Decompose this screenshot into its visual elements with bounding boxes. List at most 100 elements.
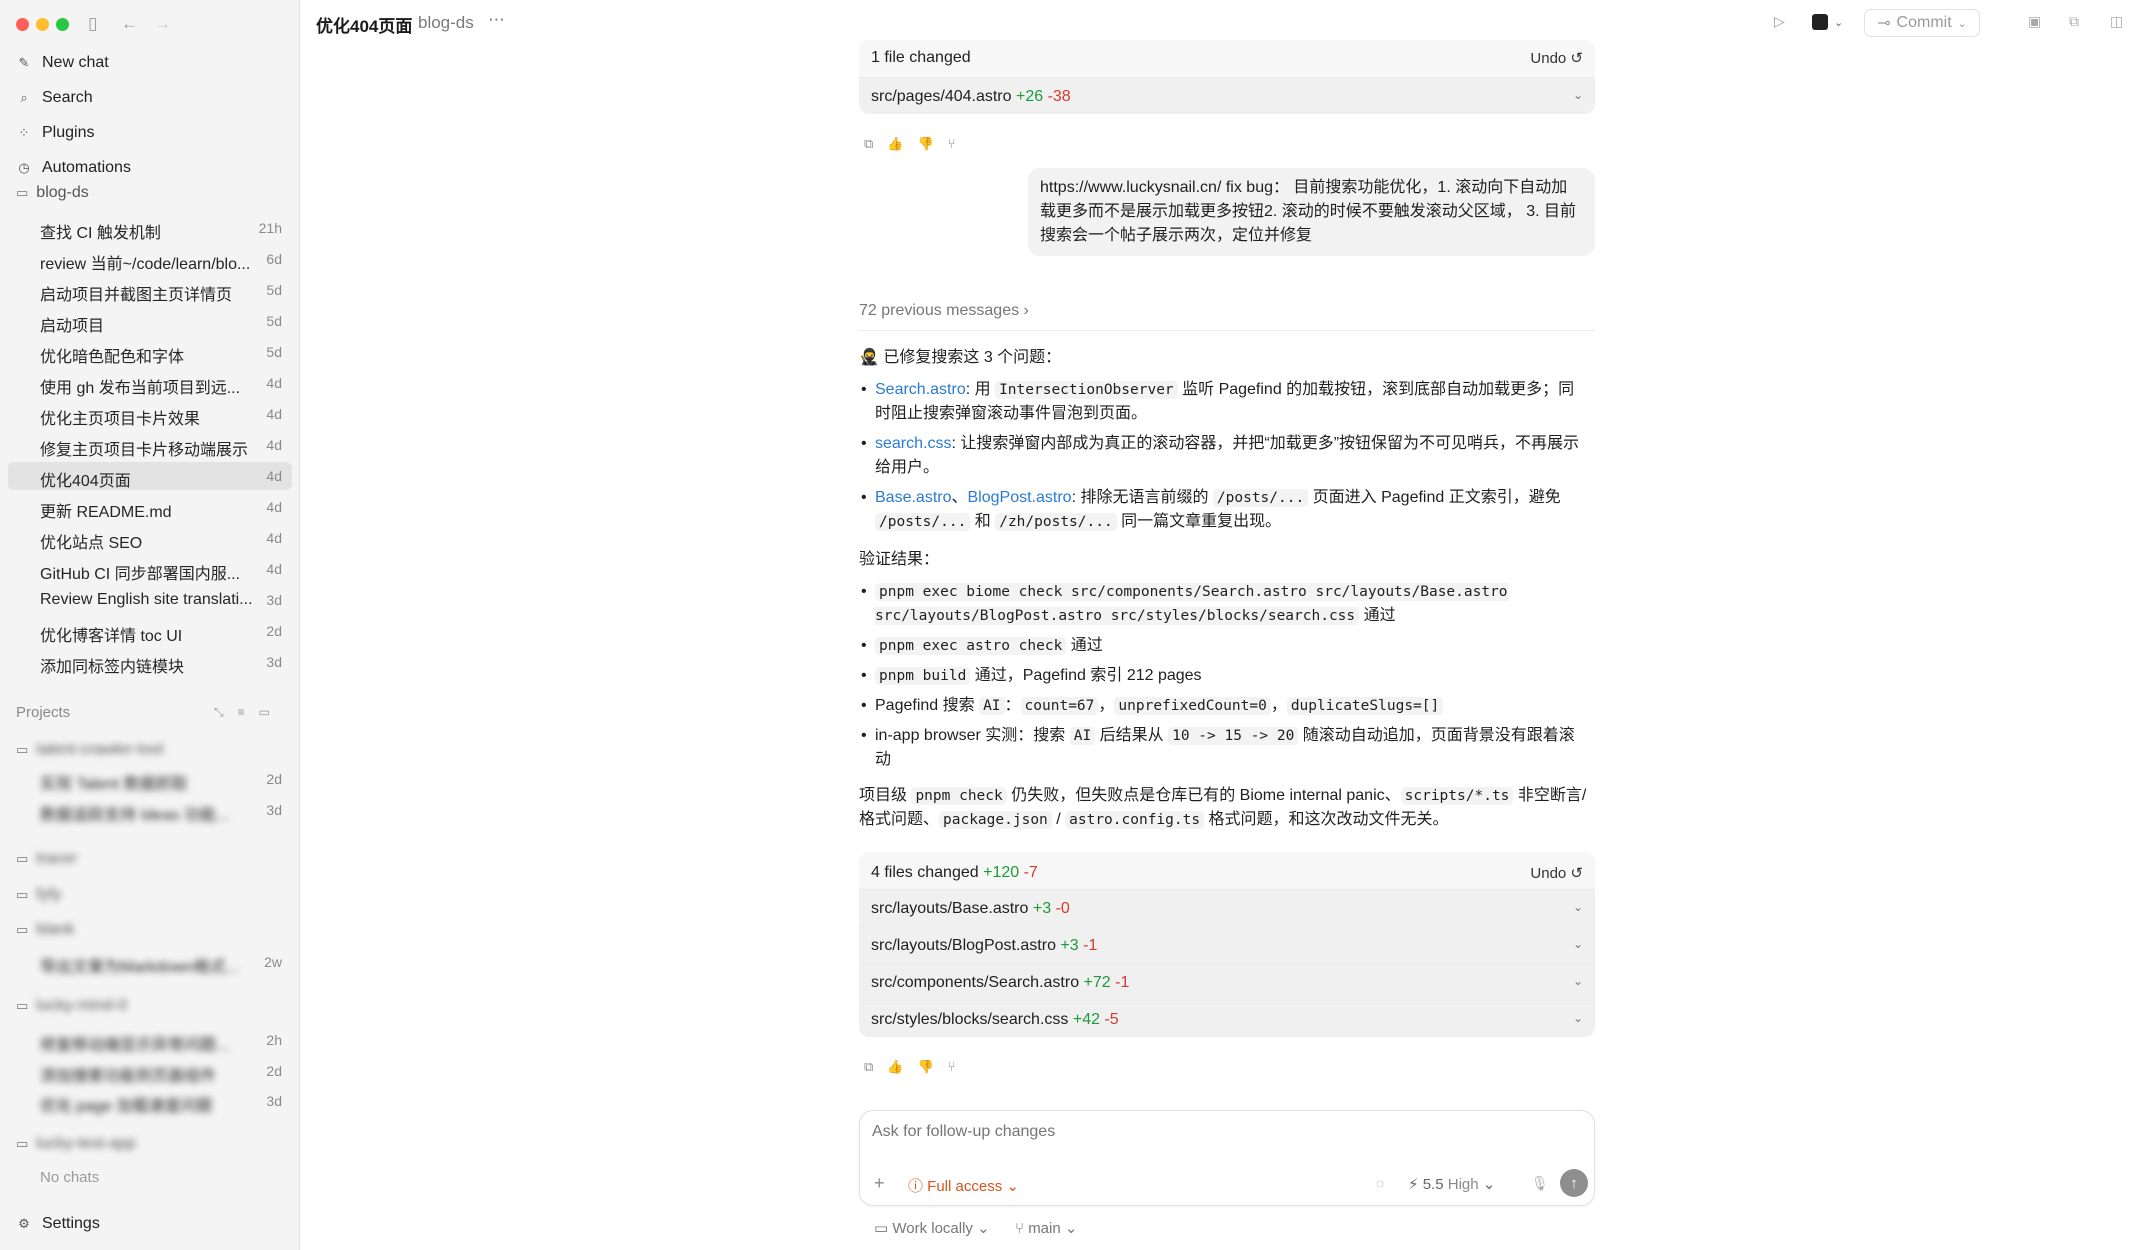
project-folder[interactable]: ▭ talent-crawler-tool [16, 739, 163, 761]
diff-file-row[interactable]: src/layouts/BlogPost.astro +3 -1 ⌄ [859, 926, 1595, 963]
terminal-icon[interactable]: ▣ [2028, 13, 2041, 30]
microphone-icon[interactable]: 🎙 [1531, 1175, 1549, 1192]
diff-file-row[interactable]: src/components/Search.astro +72 -1 ⌄ [859, 963, 1595, 1000]
zoom-window-button[interactable] [56, 18, 69, 31]
project-name: tracer [36, 850, 78, 867]
chevron-down-icon: ⌄ [1834, 16, 1844, 29]
workspace-folder[interactable]: ▭ blog-ds [16, 182, 89, 204]
branch-icon: ⑂ [1015, 1220, 1025, 1237]
sidebar: ▯ ← → ✎ New chat ⌕ Search ⁘ Plugins ◷ Automa… [0, 0, 300, 1250]
chat-item[interactable]: 优化博客详情 toc UI 2d [8, 617, 292, 645]
diff-file-row[interactable]: src/styles/blocks/search.css +42 -5 ⌄ [859, 1000, 1595, 1037]
chat-item[interactable]: 修复主页项目卡片移动端展示 4d [8, 431, 292, 459]
copy-icon[interactable]: ⧉ [864, 1059, 873, 1075]
project-folder[interactable]: ▭ blank [16, 919, 75, 941]
collapse-icon[interactable]: ⤡ [214, 705, 238, 719]
commit-icon: ⊸ [1877, 15, 1891, 32]
full-access-button[interactable]: ⓘ Full access ⌄ [908, 1175, 1019, 1196]
branch-icon[interactable]: ⑂ [948, 1059, 956, 1075]
send-button[interactable]: ↑ [1560, 1169, 1588, 1197]
filter-icon[interactable]: ≡ [238, 705, 259, 719]
editor-picker[interactable]: ⌄ [1812, 9, 1856, 35]
close-window-button[interactable] [16, 18, 29, 31]
more-icon[interactable]: ⋯ [488, 10, 505, 30]
diff-file-row[interactable]: src/pages/404.astro +26 -38 ⌄ [859, 77, 1595, 114]
projects-actions[interactable]: ⤡≡▭ [214, 705, 284, 720]
chat-item[interactable]: GitHub CI 同步部署国内服... 4d [8, 555, 292, 583]
diff-card-previous: 1 file changed Undo ↺ src/pages/404.astr… [859, 40, 1595, 114]
chat-item[interactable]: 启动项目 5d [8, 307, 292, 335]
add-icon[interactable]: + [874, 1173, 885, 1194]
project-chat-item[interactable]: 导出文章为Markdown格式... 2w [8, 948, 292, 976]
chevron-down-icon[interactable]: ⌄ [1573, 937, 1583, 953]
project-chat-item[interactable]: 数据追踪支持 Ideas 功能... 3d [8, 796, 292, 824]
undo-button[interactable]: Undo ↺ [1530, 864, 1583, 882]
new-chat-button[interactable]: ✎ New chat [16, 52, 109, 74]
project-folder[interactable]: ▭ lucky-mind-0 [16, 995, 127, 1017]
settings-button[interactable]: ⚙ Settings [16, 1213, 100, 1235]
plugins-button[interactable]: ⁘ Plugins [16, 122, 95, 144]
toggle-sidebar-icon[interactable]: ▯ [88, 13, 97, 35]
file-link[interactable]: BlogPost.astro [968, 489, 1072, 506]
chat-item[interactable]: 使用 gh 发布当前项目到远... 4d [8, 369, 292, 397]
chat-item[interactable]: 优化404页面 4d [8, 462, 292, 490]
file-link[interactable]: search.css [875, 435, 951, 452]
run-icon[interactable]: ▷ [1774, 13, 1785, 30]
chat-item[interactable]: 添加同标签内链模块 3d [8, 648, 292, 676]
toggle-panel-icon[interactable]: ◫ [2110, 13, 2123, 30]
chat-item[interactable]: 优化站点 SEO 4d [8, 524, 292, 552]
chat-item[interactable]: 优化主页项目卡片效果 4d [8, 400, 292, 428]
diff-card-latest: 4 files changed +120 -7 Undo ↺ src/layou… [859, 852, 1595, 1037]
minimize-window-button[interactable] [36, 18, 49, 31]
chat-title: 优化暗色配色和字体 [40, 349, 185, 366]
branch-icon[interactable]: ⑂ [948, 136, 956, 152]
verify-item: pnpm build 通过，Pagefind 索引 212 pages [859, 664, 1589, 688]
split-view-icon[interactable]: ⧉ [2069, 13, 2079, 30]
work-locally-dropdown[interactable]: ▭ Work locally ⌄ [874, 1219, 990, 1237]
previous-messages-link[interactable]: 72 previous messages › [859, 302, 1029, 320]
follow-up-input[interactable] [872, 1123, 1572, 1141]
chat-item[interactable]: 查找 CI 触发机制 21h [8, 214, 292, 242]
chat-item[interactable]: 启动项目并截图主页详情页 5d [8, 276, 292, 304]
copy-icon[interactable]: ⧉ [864, 136, 873, 152]
project-breadcrumb[interactable]: blog-ds [418, 13, 474, 33]
chevron-down-icon[interactable]: ⌄ [1573, 1011, 1583, 1027]
diff-file-row[interactable]: src/layouts/Base.astro +3 -0 ⌄ [859, 889, 1595, 926]
thumbs-down-icon[interactable]: 👎 [917, 136, 933, 152]
chevron-down-icon[interactable]: ⌄ [1573, 88, 1583, 104]
file-link[interactable]: Search.astro [875, 381, 966, 398]
thumbs-down-icon[interactable]: 👎 [917, 1059, 933, 1075]
chat-item[interactable]: review 当前~/code/learn/blo... 6d [8, 245, 292, 273]
chat-age: 4d [266, 406, 282, 422]
chat-item[interactable]: Review English site translati... 3d [8, 586, 292, 614]
chat-age: 3d [266, 1093, 282, 1109]
undo-button[interactable]: Undo ↺ [1530, 49, 1583, 67]
thumbs-up-icon[interactable]: 👍 [887, 136, 903, 152]
project-chat-item[interactable]: 添加搜索功能到页面组件 2d [8, 1057, 292, 1085]
search-button[interactable]: ⌕ Search [16, 87, 92, 109]
chat-item[interactable]: 更新 README.md 4d [8, 493, 292, 521]
model-picker[interactable]: ⚡ 5.5 High ⌄ [1408, 1175, 1495, 1193]
file-link[interactable]: Base.astro [875, 489, 951, 506]
new-folder-icon[interactable]: ▭ [259, 705, 284, 719]
project-name: blank [36, 921, 75, 938]
automations-button[interactable]: ◷ Automations [16, 157, 131, 179]
project-folder[interactable]: ▭ tracer [16, 848, 77, 870]
project-chat-item[interactable]: 优化 page 加载速度问题 3d [8, 1087, 292, 1115]
project-folder[interactable]: ▭ lucky-test-app [16, 1133, 136, 1155]
project-chat-item[interactable]: 修复移动端显示异常问题... 2h [8, 1026, 292, 1054]
commit-button[interactable]: ⊸ Commit ⌄ [1864, 9, 1980, 37]
chat-age: 4d [266, 437, 282, 453]
project-folder[interactable]: ▭ fyfy [16, 884, 61, 906]
project-chat-item[interactable]: 实现 Talent 数据抓取 2d [8, 765, 292, 793]
thumbs-up-icon[interactable]: 👍 [887, 1059, 903, 1075]
back-arrow-icon[interactable]: ← [121, 13, 138, 35]
chat-title: GitHub CI 同步部署国内服... [40, 566, 241, 583]
chat-item[interactable]: 优化暗色配色和字体 5d [8, 338, 292, 366]
branch-dropdown[interactable]: ⑂ main ⌄ [1015, 1219, 1077, 1237]
project-name: fyfy [36, 886, 62, 903]
chevron-down-icon[interactable]: ⌄ [1573, 900, 1583, 916]
chevron-down-icon[interactable]: ⌄ [1573, 974, 1583, 990]
chat-title: 实现 Talent 数据抓取 [40, 776, 188, 793]
forward-arrow-icon[interactable]: → [154, 13, 171, 35]
